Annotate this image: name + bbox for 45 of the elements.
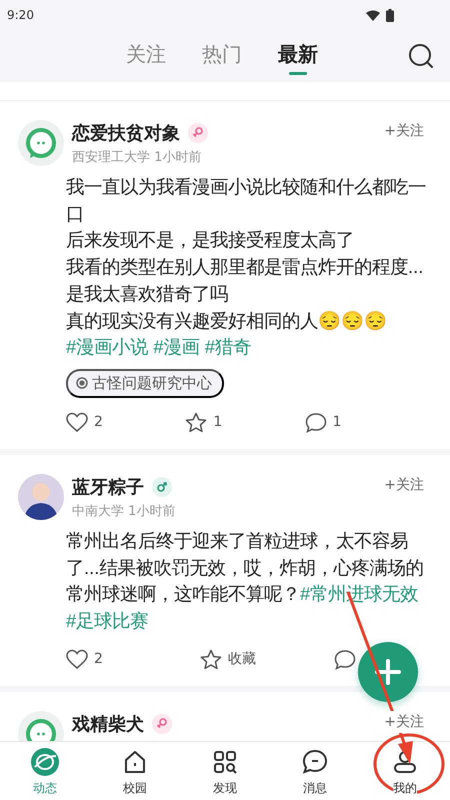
post-text: 我一直以为我看漫画小说比较随和什么都吃一口	[66, 175, 427, 226]
battery-icon	[386, 8, 394, 22]
circle-icon	[76, 377, 88, 390]
comment-button[interactable]	[334, 648, 356, 670]
highlight-circle	[374, 734, 444, 794]
nav-tab[interactable]: 发现	[180, 742, 270, 800]
favorite-button[interactable]: 1	[185, 412, 305, 433]
search-icon	[408, 43, 434, 69]
feed-tab[interactable]: 最新	[275, 34, 321, 78]
add-post-button[interactable]	[358, 642, 418, 702]
star-icon	[200, 648, 222, 670]
chat-icon	[301, 748, 329, 776]
like-icon	[66, 412, 88, 433]
search-button[interactable]	[408, 43, 434, 69]
circle-chip[interactable]: 古怪问题研究中心	[66, 368, 224, 398]
like-button[interactable]: 2	[66, 412, 186, 433]
user-name[interactable]: 恋爱扶贫对象	[72, 121, 180, 145]
comment-icon	[334, 648, 356, 670]
user-name[interactable]: 戏精柴犬	[72, 712, 144, 736]
post-text: 真的现实没有兴趣爱好相同的人😔😔😔 #漫画小说 #漫画 #猎奇	[66, 308, 388, 360]
wifi-icon	[366, 10, 380, 20]
avatar[interactable]	[18, 474, 64, 520]
favorite-button[interactable]: 收藏	[200, 648, 334, 670]
comment-icon	[304, 412, 327, 433]
post-text: 是我太喜欢猎奇了吗	[66, 282, 229, 306]
star-icon	[185, 412, 208, 433]
planet-icon	[31, 748, 59, 776]
plus-icon	[375, 659, 401, 685]
male-icon	[152, 476, 172, 497]
post-meta: 西安理工大学 1小时前	[72, 149, 202, 166]
post-text: 我看的类型在别人那里都是雷点炸开的程度...	[66, 255, 424, 280]
like-button[interactable]: 2	[66, 648, 200, 670]
user-name[interactable]: 蓝牙粽子	[72, 474, 144, 499]
female-icon	[188, 123, 208, 143]
nav-tab[interactable]: 动态	[0, 742, 90, 800]
nav-tab[interactable]: 校园	[90, 742, 180, 800]
post-text: 后来发现不是，是我接受程度太高了	[66, 228, 355, 252]
nav-tab[interactable]: 消息	[270, 742, 360, 800]
follow-button[interactable]: +关注	[384, 710, 424, 733]
female-icon	[152, 714, 172, 734]
grid-search-icon	[211, 748, 239, 776]
like-icon	[66, 648, 88, 670]
post-meta: 中南大学 1小时前	[72, 502, 176, 520]
comment-button[interactable]: 1	[304, 412, 424, 433]
status-time: 9:20	[7, 8, 34, 22]
